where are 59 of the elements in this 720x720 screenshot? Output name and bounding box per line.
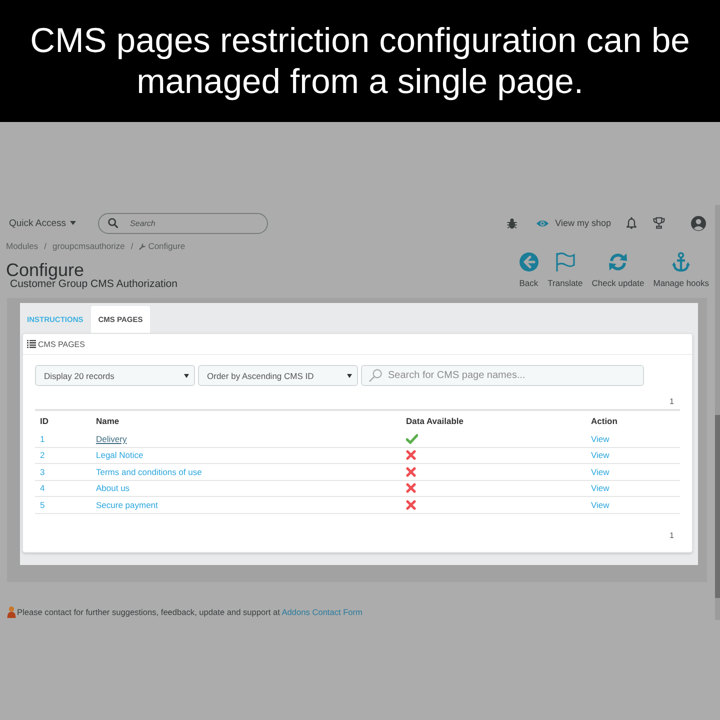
page-title: Configure xyxy=(6,262,84,279)
breadcrumb-current: Configure xyxy=(148,241,186,251)
column-header: ID xyxy=(39,416,50,426)
bell-icon[interactable] xyxy=(626,217,637,229)
page-name-link[interactable]: Terms and conditions of use xyxy=(96,466,202,477)
view-link[interactable]: View xyxy=(591,483,610,494)
caption-text: CMS pages restriction configuration can be managed from a single page. xyxy=(29,21,691,103)
view-link[interactable]: View xyxy=(591,434,610,444)
quick-access-menu[interactable]: Quick Access xyxy=(9,218,76,228)
column-header: Action xyxy=(590,416,618,426)
scrollbar[interactable] xyxy=(715,205,720,620)
toolbar-button[interactable]: Translate xyxy=(548,252,583,292)
page-number: 1 xyxy=(670,530,674,540)
page-subtitle: Customer Group CMS Authorization xyxy=(10,279,178,290)
page-name-link[interactable]: About us xyxy=(96,483,130,494)
breadcrumb-link[interactable]: Modules xyxy=(6,241,38,251)
search-icon xyxy=(369,369,382,382)
trophy-icon[interactable] xyxy=(653,217,665,229)
view-link[interactable]: View xyxy=(591,500,610,510)
column-header: Data Available xyxy=(405,416,464,426)
view-link[interactable]: View xyxy=(591,466,610,477)
eye-icon xyxy=(536,218,550,228)
flag-icon xyxy=(555,252,576,272)
id-link[interactable]: 1 xyxy=(40,434,45,444)
view-shop-link[interactable]: View my shop xyxy=(536,218,611,228)
user-avatar-icon[interactable] xyxy=(691,216,706,230)
breadcrumb-separator: / xyxy=(130,241,134,251)
page-number: 1 xyxy=(670,397,674,407)
card-title: CMS PAGES xyxy=(38,340,85,348)
id-link[interactable]: 3 xyxy=(40,466,45,477)
caret-icon xyxy=(347,374,352,378)
page-name-link[interactable]: Secure payment xyxy=(96,500,158,510)
scrollbar-thumb[interactable] xyxy=(715,415,720,598)
toolbar-button[interactable]: Back xyxy=(518,252,539,292)
search-field[interactable]: Search xyxy=(98,212,268,234)
toolbar-button[interactable]: Manage hooks xyxy=(653,252,709,292)
caret-icon xyxy=(184,374,189,378)
caret-icon xyxy=(70,221,76,225)
breadcrumb-separator: / xyxy=(44,241,47,251)
id-link[interactable]: 4 xyxy=(40,483,45,494)
list-icon xyxy=(27,340,36,348)
id-link[interactable]: 5 xyxy=(40,500,45,510)
toolbar-button[interactable]: Check update xyxy=(592,252,644,292)
breadcrumb-link[interactable]: groupcmsauthorize xyxy=(52,241,125,251)
page-name-link[interactable]: Legal Notice xyxy=(96,450,144,460)
refresh-icon xyxy=(608,252,628,272)
view-link[interactable]: View xyxy=(591,450,610,460)
id-link[interactable]: 2 xyxy=(40,450,45,460)
order-select[interactable]: Order by Ascending CMS ID xyxy=(198,365,358,386)
support-note: Please contact for further suggestions, feedback, update and support at Addons Contact Form xyxy=(17,607,362,617)
column-header: Name xyxy=(95,416,120,426)
display-select[interactable]: Display 20 records xyxy=(35,365,195,386)
search-icon xyxy=(108,218,118,228)
page-name-link[interactable]: Delivery xyxy=(96,434,127,444)
anchor-icon xyxy=(671,252,692,272)
bug-icon[interactable] xyxy=(507,218,518,228)
wrench-icon xyxy=(139,242,146,250)
person-icon xyxy=(7,606,16,618)
contact-form-link[interactable]: Addons Contact Form xyxy=(282,607,362,617)
